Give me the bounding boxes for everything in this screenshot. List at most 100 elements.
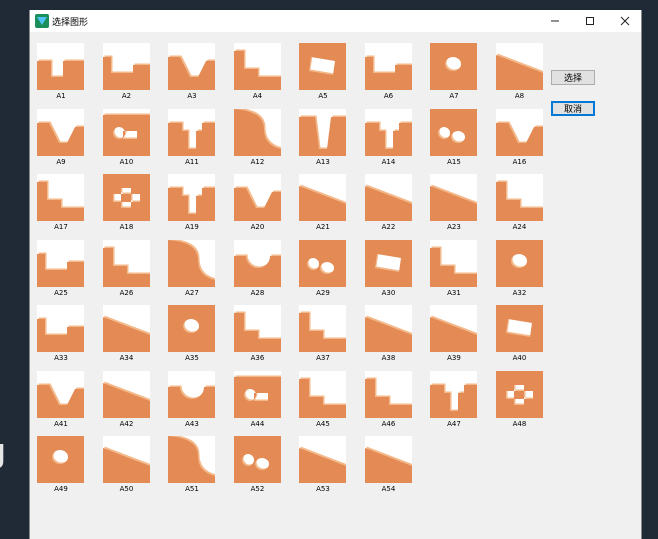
t-slot-shape[interactable] xyxy=(168,108,215,156)
slope-shape[interactable] xyxy=(299,174,346,221)
shape-item-a11[interactable]: A11 xyxy=(163,102,221,166)
shape-item-a25[interactable]: A25 xyxy=(32,233,90,297)
shape-item-a29[interactable]: A29 xyxy=(294,233,352,297)
shape-item-a33[interactable]: A33 xyxy=(32,298,90,362)
shape-item-a26[interactable]: A26 xyxy=(98,233,156,297)
notched-block-shape[interactable] xyxy=(102,43,150,90)
notched-block-shape[interactable] xyxy=(37,305,84,352)
curved-shape[interactable] xyxy=(168,436,215,483)
shape-item-a35[interactable]: A35 xyxy=(163,298,221,362)
slot-block-shape[interactable] xyxy=(37,43,84,90)
shape-item-a38[interactable]: A38 xyxy=(360,298,418,362)
slope-shape[interactable] xyxy=(102,305,150,352)
select-button[interactable]: 选择 xyxy=(551,70,595,85)
stepped-block-shape[interactable] xyxy=(233,305,281,352)
slope-shape[interactable] xyxy=(102,370,150,418)
cross-hole-shape[interactable] xyxy=(102,174,150,221)
cross-hole-shape[interactable] xyxy=(495,370,543,418)
shape-item-a39[interactable]: A39 xyxy=(425,298,483,362)
shape-item-a41[interactable]: A41 xyxy=(32,364,90,428)
stepped-block-shape[interactable] xyxy=(495,174,543,221)
v-notch-shape[interactable] xyxy=(37,108,84,156)
shape-item-a43[interactable]: A43 xyxy=(163,364,221,428)
shape-item-a31[interactable]: A31 xyxy=(425,233,483,297)
shape-item-a6[interactable]: A6 xyxy=(360,36,418,100)
shape-item-a5[interactable]: A5 xyxy=(294,36,352,100)
shape-item-a23[interactable]: A23 xyxy=(425,167,483,231)
v-notch-shape[interactable] xyxy=(495,108,543,156)
slope-shape[interactable] xyxy=(364,436,412,483)
notched-block-shape[interactable] xyxy=(364,43,412,90)
rect-hole-shape[interactable] xyxy=(495,305,543,352)
double-hole-shape[interactable] xyxy=(233,436,281,483)
stepped-block-shape[interactable] xyxy=(37,174,84,221)
shape-item-a42[interactable]: A42 xyxy=(98,364,156,428)
v-notch-shape[interactable] xyxy=(168,43,215,90)
stepped-block-shape[interactable] xyxy=(233,43,281,90)
shape-item-a52[interactable]: A52 xyxy=(229,429,287,493)
slope-shape[interactable] xyxy=(364,305,412,352)
shape-item-a1[interactable]: A1 xyxy=(32,36,90,100)
shape-item-a45[interactable]: A45 xyxy=(294,364,352,428)
shape-item-a20[interactable]: A20 xyxy=(229,167,287,231)
shape-item-a28[interactable]: A28 xyxy=(229,233,287,297)
shape-item-a44[interactable]: A44 xyxy=(229,364,287,428)
shape-item-a49[interactable]: A49 xyxy=(32,429,90,493)
maximize-icon[interactable] xyxy=(574,10,606,32)
shape-item-a53[interactable]: A53 xyxy=(294,429,352,493)
stepped-block-shape[interactable] xyxy=(102,239,150,287)
round-notch-shape[interactable] xyxy=(168,370,215,418)
round-hole-shape[interactable] xyxy=(430,43,477,90)
stepped-block-shape[interactable] xyxy=(299,305,346,352)
shape-item-a47[interactable]: A47 xyxy=(425,364,483,428)
notched-block-shape[interactable] xyxy=(37,239,84,287)
round-hole-shape[interactable] xyxy=(495,239,543,287)
slope-shape[interactable] xyxy=(495,43,543,90)
shape-item-a2[interactable]: A2 xyxy=(98,36,156,100)
shape-item-a22[interactable]: A22 xyxy=(360,167,418,231)
shape-item-a46[interactable]: A46 xyxy=(360,364,418,428)
slope-shape[interactable] xyxy=(430,305,477,352)
shape-item-a36[interactable]: A36 xyxy=(229,298,287,362)
keyhole-shape[interactable] xyxy=(102,108,150,156)
t-slot-shape[interactable] xyxy=(430,370,477,418)
shape-item-a34[interactable]: A34 xyxy=(98,298,156,362)
shape-item-a16[interactable]: A16 xyxy=(491,102,549,166)
shape-item-a15[interactable]: A15 xyxy=(425,102,483,166)
shape-item-a8[interactable]: A8 xyxy=(491,36,549,100)
double-hole-shape[interactable] xyxy=(299,239,346,287)
keyhole-shape[interactable] xyxy=(233,370,281,418)
t-slot-shape[interactable] xyxy=(364,108,412,156)
round-hole-shape[interactable] xyxy=(168,305,215,352)
rect-hole-shape[interactable] xyxy=(299,43,346,90)
shape-item-a14[interactable]: A14 xyxy=(360,102,418,166)
t-slot-shape[interactable] xyxy=(168,174,215,221)
titlebar[interactable]: 选择图形 xyxy=(30,10,641,32)
shape-item-a48[interactable]: A48 xyxy=(491,364,549,428)
slope-shape[interactable] xyxy=(364,174,412,221)
v-notch-shape[interactable] xyxy=(233,174,281,221)
shape-item-a51[interactable]: A51 xyxy=(163,429,221,493)
stepped-block-shape[interactable] xyxy=(430,239,477,287)
double-hole-shape[interactable] xyxy=(430,108,477,156)
shape-item-a27[interactable]: A27 xyxy=(163,233,221,297)
shape-item-a37[interactable]: A37 xyxy=(294,298,352,362)
shape-item-a10[interactable]: A10 xyxy=(98,102,156,166)
round-notch-shape[interactable] xyxy=(233,239,281,287)
cancel-button[interactable]: 取消 xyxy=(551,101,595,116)
shape-item-a24[interactable]: A24 xyxy=(491,167,549,231)
v-notch-shape[interactable] xyxy=(37,370,84,418)
shape-item-a4[interactable]: A4 xyxy=(229,36,287,100)
shape-item-a40[interactable]: A40 xyxy=(491,298,549,362)
shape-item-a9[interactable]: A9 xyxy=(32,102,90,166)
shape-item-a30[interactable]: A30 xyxy=(360,233,418,297)
slope-shape[interactable] xyxy=(430,174,477,221)
shape-item-a17[interactable]: A17 xyxy=(32,167,90,231)
rect-hole-shape[interactable] xyxy=(364,239,412,287)
stepped-block-shape[interactable] xyxy=(364,370,412,418)
shape-item-a18[interactable]: A18 xyxy=(98,167,156,231)
trapezoid-slot-shape[interactable] xyxy=(299,108,346,156)
shape-item-a32[interactable]: A32 xyxy=(491,233,549,297)
shape-item-a50[interactable]: A50 xyxy=(98,429,156,493)
close-icon[interactable] xyxy=(609,10,641,32)
